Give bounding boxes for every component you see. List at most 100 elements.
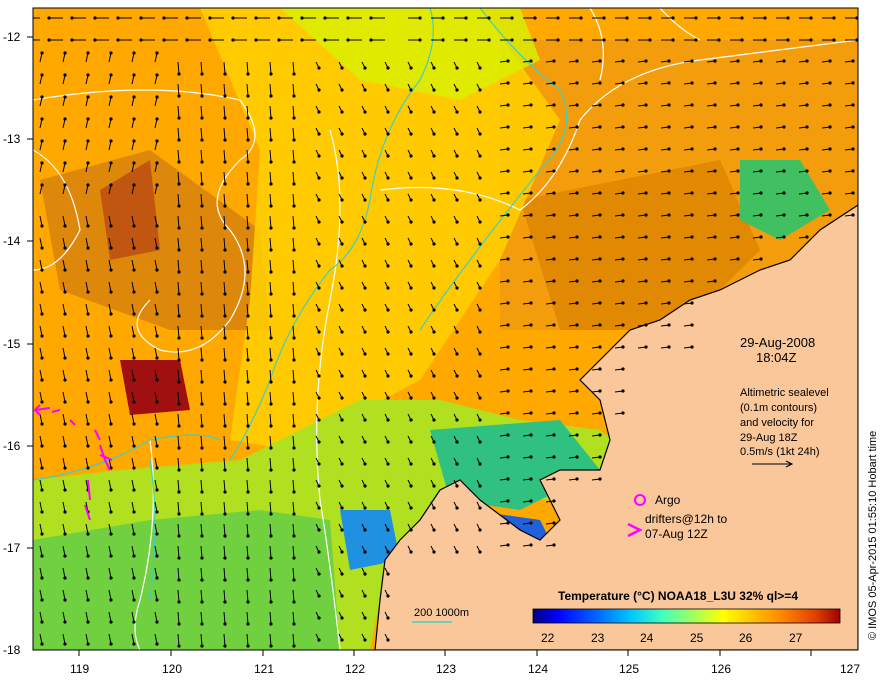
velocity-arrow-head: [363, 352, 367, 356]
velocity-arrow-head: [292, 226, 296, 230]
velocity-arrow-head: [155, 642, 159, 646]
velocity-arrow-head: [464, 38, 468, 42]
velocity-arrow-head: [292, 380, 296, 384]
velocity-arrow-head: [690, 345, 694, 349]
velocity-arrow-head: [409, 352, 413, 356]
velocity-arrow-head: [132, 268, 136, 272]
velocity-arrow-head: [200, 512, 204, 516]
velocity-arrow-head: [621, 301, 625, 305]
velocity-arrow-head: [292, 556, 296, 560]
velocity-arrow-head: [223, 336, 227, 340]
velocity-arrow-head: [340, 220, 344, 224]
y-tick-label: -15: [3, 337, 21, 351]
velocity-arrow-head: [736, 235, 740, 239]
velocity-arrow-head: [409, 66, 413, 70]
velocity-arrow-head: [455, 176, 459, 180]
velocity-arrow-head: [556, 16, 560, 20]
velocity-arrow-head: [340, 330, 344, 334]
velocity-arrow-head: [432, 220, 436, 224]
velocity-arrow-head: [223, 270, 227, 274]
velocity-arrow-head: [828, 213, 832, 217]
velocity-arrow-head: [340, 176, 344, 180]
velocity-arrow-head: [200, 600, 204, 604]
velocity-arrow-head: [740, 16, 744, 20]
velocity-arrow-head: [552, 257, 556, 261]
velocity-arrow-head: [300, 38, 304, 42]
velocity-arrow-head: [155, 312, 159, 316]
velocity-arrow-head: [132, 510, 136, 514]
velocity-arrow-head: [363, 220, 367, 224]
velocity-arrow-head: [109, 620, 113, 624]
velocity-arrow-head: [432, 110, 436, 114]
velocity-arrow-head: [621, 367, 625, 371]
velocity-arrow-head: [478, 528, 482, 532]
x-tick-label: 120: [162, 662, 182, 676]
velocity-arrow-head: [598, 411, 602, 415]
velocity-arrow-head: [317, 286, 321, 290]
velocity-arrow-head: [552, 367, 556, 371]
velocity-arrow-head: [644, 323, 648, 327]
velocity-arrow-head: [556, 38, 560, 42]
velocity-arrow-head: [86, 444, 90, 448]
velocity-arrow-head: [292, 94, 296, 98]
velocity-arrow-head: [86, 576, 90, 580]
velocity-arrow-head: [621, 169, 625, 173]
velocity-arrow-head: [506, 411, 510, 415]
velocity-arrow-head: [277, 38, 281, 42]
velocity-arrow-head: [70, 16, 74, 20]
velocity-arrow-head: [155, 510, 159, 514]
velocity-arrow-head: [269, 204, 273, 208]
velocity-arrow-head: [455, 528, 459, 532]
velocity-arrow-head: [763, 38, 767, 42]
velocity-arrow-head: [155, 598, 159, 602]
velocity-arrow-head: [575, 147, 579, 151]
velocity-arrow-head: [155, 95, 159, 99]
velocity-arrow-head: [246, 556, 250, 560]
velocity-arrow-head: [269, 314, 273, 318]
velocity-arrow-head: [363, 616, 367, 620]
velocity-arrow-head: [162, 38, 166, 42]
velocity-arrow-head: [786, 16, 790, 20]
velocity-arrow-head: [736, 169, 740, 173]
velocity-arrow-head: [246, 622, 250, 626]
velocity-arrow-head: [155, 290, 159, 294]
velocity-arrow-head: [667, 59, 671, 63]
colorbar-tick: 24: [640, 631, 654, 645]
velocity-arrow-head: [40, 378, 44, 382]
velocity-arrow-head: [231, 38, 235, 42]
velocity-arrow-head: [155, 466, 159, 470]
velocity-arrow-head: [363, 506, 367, 510]
velocity-arrow-head: [269, 292, 273, 296]
x-tick-label: 127: [840, 662, 860, 676]
velocity-arrow-head: [63, 246, 67, 250]
velocity-arrow-head: [132, 51, 136, 55]
velocity-arrow-head: [409, 88, 413, 92]
velocity-arrow-head: [177, 534, 181, 538]
velocity-arrow-head: [575, 213, 579, 217]
velocity-arrow-head: [155, 422, 159, 426]
velocity-arrow-head: [529, 433, 533, 437]
velocity-arrow-head: [132, 73, 136, 77]
velocity-arrow-head: [340, 616, 344, 620]
velocity-arrow-head: [805, 125, 809, 129]
velocity-arrow-head: [155, 51, 159, 55]
velocity-arrow-head: [759, 235, 763, 239]
velocity-arrow-head: [40, 642, 44, 646]
velocity-arrow-head: [805, 213, 809, 217]
velocity-arrow-head: [506, 169, 510, 173]
velocity-arrow-head: [317, 198, 321, 202]
velocity-arrow-head: [851, 169, 855, 173]
velocity-arrow-head: [363, 418, 367, 422]
velocity-arrow-head: [346, 16, 350, 20]
velocity-arrow-head: [185, 38, 189, 42]
velocity-arrow-head: [86, 334, 90, 338]
velocity-arrow-head: [269, 424, 273, 428]
velocity-arrow-head: [644, 125, 648, 129]
velocity-arrow-head: [200, 358, 204, 362]
velocity-arrow-head: [317, 176, 321, 180]
velocity-arrow-head: [644, 279, 648, 283]
velocity-arrow-head: [40, 444, 44, 448]
y-tick-label: -16: [3, 439, 21, 453]
velocity-arrow-head: [109, 95, 113, 99]
velocity-arrow-head: [292, 336, 296, 340]
